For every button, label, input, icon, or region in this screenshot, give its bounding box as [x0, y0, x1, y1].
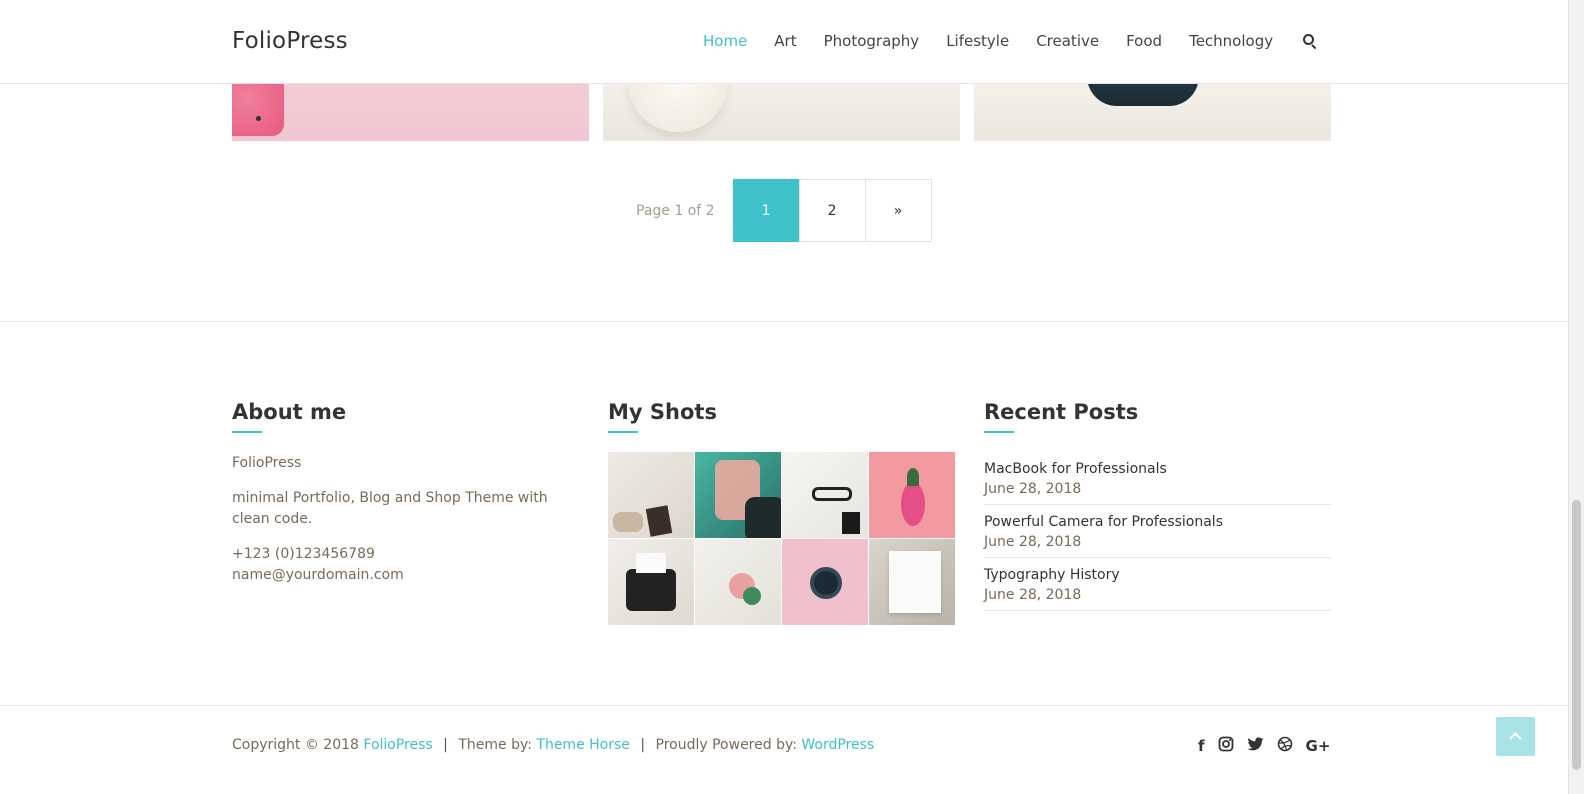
foliopress-link[interactable]: FolioPress [363, 737, 432, 753]
google-plus-icon[interactable]: G+ [1306, 737, 1331, 755]
shot-thumbnail[interactable] [608, 452, 694, 538]
section-divider [0, 321, 1568, 322]
shot-thumbnail[interactable] [695, 452, 781, 538]
post-thumbnail[interactable] [603, 84, 960, 141]
about-email[interactable]: name@yourdomain.com [232, 565, 572, 586]
shot-thumbnail[interactable] [695, 539, 781, 625]
nav-art[interactable]: Art [774, 32, 796, 50]
next-page-button[interactable]: » [864, 179, 932, 242]
shot-thumbnail[interactable] [869, 539, 955, 625]
site-header: FolioPress Home Art Photography Lifestyl… [0, 0, 1568, 84]
scrollbar-thumb[interactable] [1572, 500, 1581, 770]
recent-post-date: June 28, 2018 [984, 534, 1082, 550]
copyright-text: Copyright © 2018 FolioPress | Theme by: … [232, 737, 874, 753]
widget-title: About me [232, 400, 347, 424]
post-thumbnail[interactable] [232, 84, 589, 141]
separator: | [443, 737, 448, 753]
shots-widget: My Shots [608, 400, 956, 625]
shot-thumbnail[interactable] [782, 539, 868, 625]
recent-posts-list: MacBook for Professionals June 28, 2018 … [984, 453, 1332, 611]
copyright-prefix: Copyright © 2018 [232, 737, 359, 753]
nav-technology[interactable]: Technology [1189, 32, 1273, 50]
search-icon[interactable] [1302, 33, 1318, 50]
shot-thumbnail[interactable] [782, 452, 868, 538]
dribbble-icon[interactable] [1277, 736, 1293, 756]
social-links: f G+ [1198, 736, 1330, 756]
list-item: MacBook for Professionals June 28, 2018 [984, 453, 1332, 505]
wordpress-link[interactable]: WordPress [801, 737, 874, 753]
shots-grid [608, 452, 956, 625]
widget-title: Recent Posts [984, 400, 1139, 424]
pagination: Page 1 of 2 1 2 » [636, 179, 932, 242]
widget-title: My Shots [608, 400, 717, 424]
page-scrollbar[interactable] [1568, 0, 1584, 794]
about-name: FolioPress [232, 455, 302, 471]
back-to-top-button[interactable] [1496, 717, 1535, 756]
theme-horse-link[interactable]: Theme Horse [536, 737, 630, 753]
recent-post-date: June 28, 2018 [984, 587, 1082, 603]
list-item: Powerful Camera for Professionals June 2… [984, 505, 1332, 558]
shot-thumbnail[interactable] [869, 452, 955, 538]
list-item: Typography History June 28, 2018 [984, 558, 1332, 611]
nav-food[interactable]: Food [1126, 32, 1162, 50]
recent-post-title[interactable]: Typography History [984, 565, 1332, 585]
shot-thumbnail[interactable] [608, 539, 694, 625]
facebook-icon[interactable]: f [1198, 737, 1205, 755]
about-widget: About me FolioPress minimal Portfolio, B… [232, 400, 572, 586]
powered-by-label: Proudly Powered by: [655, 737, 797, 753]
recent-posts-widget: Recent Posts MacBook for Professionals J… [984, 400, 1332, 611]
site-logo[interactable]: FolioPress [232, 28, 348, 54]
nav-home[interactable]: Home [703, 32, 747, 50]
title-underline [608, 431, 638, 433]
theme-by-label: Theme by: [458, 737, 532, 753]
nav-photography[interactable]: Photography [824, 32, 920, 50]
post-grid-bottom [232, 84, 1331, 141]
nav-lifestyle[interactable]: Lifestyle [946, 32, 1009, 50]
nav-creative[interactable]: Creative [1036, 32, 1099, 50]
recent-post-title[interactable]: MacBook for Professionals [984, 459, 1332, 479]
chevron-up-icon [1509, 732, 1522, 745]
recent-post-date: June 28, 2018 [984, 481, 1082, 497]
main-nav: Home Art Photography Lifestyle Creative … [703, 32, 1318, 50]
recent-post-title[interactable]: Powerful Camera for Professionals [984, 512, 1332, 532]
page-1-button[interactable]: 1 [732, 179, 800, 242]
about-phone: +123 (0)123456789 [232, 546, 375, 562]
title-underline [984, 431, 1014, 433]
post-thumbnail[interactable] [974, 84, 1331, 141]
title-underline [232, 431, 262, 433]
twitter-icon[interactable] [1247, 736, 1264, 756]
instagram-icon[interactable] [1218, 736, 1234, 756]
page-info: Page 1 of 2 [636, 202, 715, 219]
about-description: minimal Portfolio, Blog and Shop Theme w… [232, 490, 548, 527]
separator: | [640, 737, 646, 753]
footer-divider [0, 705, 1568, 706]
page-2-button[interactable]: 2 [798, 179, 866, 242]
